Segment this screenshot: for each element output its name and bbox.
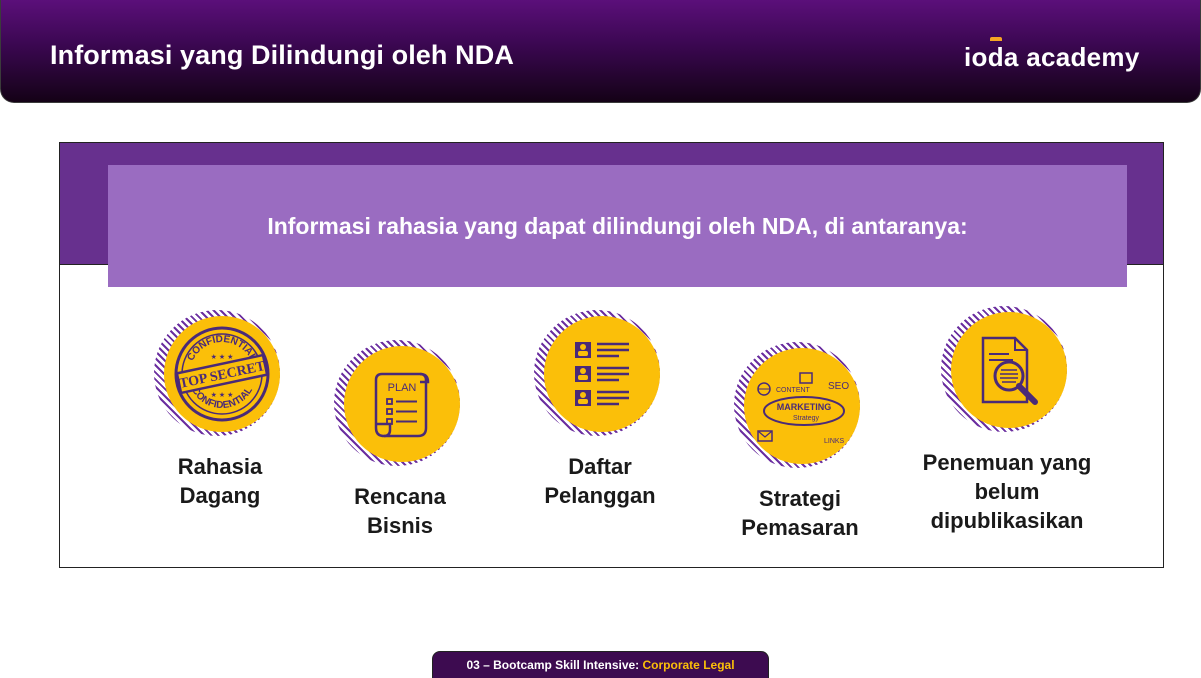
plan-scroll-icon: PLAN bbox=[374, 372, 430, 438]
badge-circle: CONFIDENTIAL CONFIDENTIAL TOP SECRET ★ ★… bbox=[164, 316, 280, 432]
item-label: Penemuan yang belum dipublikasikan bbox=[922, 450, 1092, 533]
intro-banner: Informasi rahasia yang dapat dilindungi … bbox=[108, 165, 1127, 287]
badge-circle bbox=[544, 316, 660, 432]
item-badge bbox=[941, 306, 1073, 438]
footer-prefix: 03 – Bootcamp Skill Intensive: bbox=[466, 658, 643, 672]
doodle-seo-text: SEO bbox=[828, 381, 849, 392]
logo-accent-mark bbox=[990, 37, 1002, 41]
item-badge bbox=[534, 310, 666, 442]
marketing-strategy-icon: CONTENT SEO MARKETING Strategy LINKS bbox=[757, 372, 849, 445]
ioda-academy-logo: ioda academy bbox=[964, 37, 1140, 73]
svg-text:★ ★ ★: ★ ★ ★ bbox=[211, 391, 234, 399]
logo-word-ioda: ioda bbox=[964, 42, 1019, 72]
page-title: Informasi yang Dilindungi oleh NDA bbox=[50, 40, 514, 70]
badge-circle bbox=[951, 312, 1067, 428]
doodle-marketing-text: MARKETING bbox=[777, 402, 832, 412]
doodle-links-text: LINKS bbox=[824, 438, 845, 445]
item-strategi-pemasaran: CONTENT SEO MARKETING Strategy LINKS Str… bbox=[690, 342, 910, 542]
item-label: Rencana Bisnis bbox=[354, 484, 446, 538]
badge-circle: CONTENT SEO MARKETING Strategy LINKS bbox=[744, 348, 860, 464]
item-badge: CONFIDENTIAL CONFIDENTIAL TOP SECRET ★ ★… bbox=[154, 310, 286, 442]
item-penemuan: Penemuan yang belum dipublikasikan bbox=[897, 306, 1117, 535]
slide-header: Informasi yang Dilindungi oleh NDA ioda … bbox=[0, 0, 1201, 103]
footer-accent: Corporate Legal bbox=[642, 658, 735, 672]
doodle-content-text: CONTENT bbox=[776, 387, 811, 394]
item-badge: PLAN bbox=[334, 340, 466, 472]
item-daftar-pelanggan: Daftar Pelanggan bbox=[490, 310, 710, 510]
item-rencana-bisnis: PLAN Rencana Bisnis bbox=[290, 340, 510, 540]
item-badge: CONTENT SEO MARKETING Strategy LINKS bbox=[734, 342, 866, 474]
svg-text:★ ★ ★: ★ ★ ★ bbox=[211, 353, 234, 361]
document-search-icon bbox=[981, 336, 1038, 405]
logo-word-academy: academy bbox=[1026, 42, 1140, 72]
customer-list-icon bbox=[575, 342, 629, 406]
item-label: Daftar Pelanggan bbox=[544, 454, 656, 508]
badge-circle: PLAN bbox=[344, 346, 460, 462]
doodle-strategy-text: Strategy bbox=[793, 415, 820, 422]
banner-text: Informasi rahasia yang dapat dilindungi … bbox=[267, 212, 968, 239]
scroll-plan-text: PLAN bbox=[388, 382, 417, 394]
item-label: Strategi Pemasaran bbox=[741, 486, 859, 540]
top-secret-stamp-icon: CONFIDENTIAL CONFIDENTIAL TOP SECRET ★ ★… bbox=[174, 326, 270, 422]
footer-tab: 03 – Bootcamp Skill Intensive: Corporate… bbox=[432, 651, 769, 678]
